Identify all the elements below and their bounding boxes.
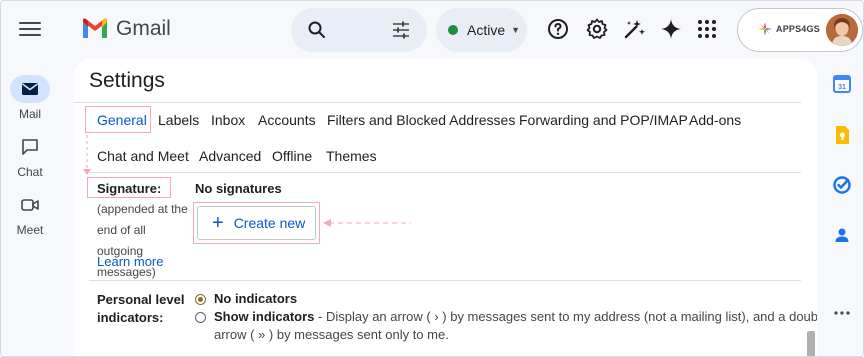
rail-label-meet: Meet	[16, 223, 44, 237]
indicators-label-line1: Personal level	[97, 292, 185, 307]
tab-filters[interactable]: Filters and Blocked Addresses	[327, 112, 515, 128]
org-brand: APPS4GS	[758, 22, 820, 36]
tab-accounts[interactable]: Accounts	[258, 112, 316, 128]
video-camera-icon	[21, 199, 39, 211]
rail-label-chat: Chat	[17, 165, 43, 179]
rail-item-chat[interactable]: Chat	[1, 133, 59, 179]
scrollbar-thumb[interactable]	[807, 331, 815, 356]
learn-more-link[interactable]: Learn more	[97, 254, 163, 269]
option-show-indicators: Show indicators - Display an arrow ( › )…	[214, 309, 817, 324]
gear-icon[interactable]	[585, 17, 609, 41]
option-no-indicators: No indicators	[214, 291, 297, 306]
signature-label-highlight	[87, 177, 171, 198]
section-divider	[89, 172, 801, 173]
tabs-divider	[74, 102, 801, 103]
option-no-indicators-title: No indicators	[214, 291, 298, 306]
calendar-icon[interactable]: 31	[832, 74, 852, 94]
indicators-label: Personal level indicators:	[97, 291, 184, 327]
page-title: Settings	[89, 69, 165, 92]
search-icon[interactable]	[307, 20, 327, 40]
option-show-indicators-desc-line2: arrow ( » ) by messages sent only to me.	[214, 327, 449, 342]
apps4gs-logo-icon	[758, 22, 772, 36]
rail-label-mail: Mail	[18, 107, 41, 121]
rail-item-mail[interactable]: Mail	[1, 75, 59, 121]
mail-icon	[22, 83, 38, 95]
chat-icon	[22, 139, 38, 155]
status-label: Active	[467, 22, 506, 38]
svg-text:31: 31	[838, 84, 846, 91]
create-new-highlight	[193, 202, 320, 244]
option-show-indicators-title: Show indicators	[214, 309, 315, 324]
annotation-arrow-left	[323, 219, 411, 227]
tab-inbox[interactable]: Inbox	[211, 112, 245, 128]
avatar-image	[826, 14, 858, 46]
radio-no-indicators[interactable]	[195, 294, 206, 305]
tab-labels[interactable]: Labels	[158, 112, 199, 128]
tab-forwarding[interactable]: Forwarding and POP/IMAP	[519, 112, 688, 128]
option-show-indicators-desc: - Display an arrow ( › ) by messages sen…	[314, 309, 817, 324]
tab-general-highlight	[85, 106, 151, 133]
gmail-window: Gmail Active ▼ APPS4GS Mail Chat Meet 31…	[0, 0, 864, 357]
tab-advanced[interactable]: Advanced	[199, 148, 261, 164]
avatar[interactable]	[826, 14, 858, 46]
sparkle-icon[interactable]	[659, 17, 683, 41]
app-name: Gmail	[116, 17, 171, 40]
more-horizontal-icon[interactable]	[832, 303, 852, 323]
magic-wand-icon[interactable]	[623, 17, 647, 41]
section-divider-2	[89, 280, 801, 281]
gmail-logo[interactable]: Gmail	[81, 17, 171, 41]
tab-addons[interactable]: Add-ons	[689, 112, 741, 128]
status-selector[interactable]: Active ▼	[436, 8, 527, 52]
meet-pill	[10, 191, 50, 219]
search-bar[interactable]	[291, 8, 427, 52]
contacts-icon[interactable]	[832, 225, 852, 245]
radio-show-indicators[interactable]	[195, 312, 206, 323]
tab-chat-meet[interactable]: Chat and Meet	[97, 148, 189, 164]
tab-themes[interactable]: Themes	[326, 148, 377, 164]
rail-item-meet[interactable]: Meet	[1, 191, 59, 237]
chevron-down-icon: ▼	[511, 25, 521, 35]
indicators-label-line2: indicators:	[97, 310, 164, 325]
no-signatures-text: No signatures	[195, 181, 282, 196]
account-switcher[interactable]: APPS4GS	[737, 8, 863, 52]
status-dot	[448, 25, 458, 35]
tune-icon[interactable]	[391, 20, 411, 40]
org-brand-name: APPS4GS	[776, 24, 820, 34]
tab-offline[interactable]: Offline	[272, 148, 312, 164]
chat-pill	[10, 133, 50, 161]
top-bar: Gmail Active ▼ APPS4GS	[1, 1, 863, 59]
keep-icon[interactable]	[832, 125, 852, 145]
settings-card: Settings General Labels Inbox Accounts F…	[74, 59, 817, 356]
signature-description: (appended at the end of all outgoing mes…	[97, 202, 188, 279]
help-icon[interactable]	[546, 17, 570, 41]
gmail-m-icon	[83, 18, 107, 38]
tasks-icon[interactable]	[832, 175, 852, 195]
mail-pill	[10, 75, 50, 103]
hamburger-icon[interactable]	[19, 19, 41, 39]
apps-grid-icon[interactable]	[695, 17, 719, 41]
